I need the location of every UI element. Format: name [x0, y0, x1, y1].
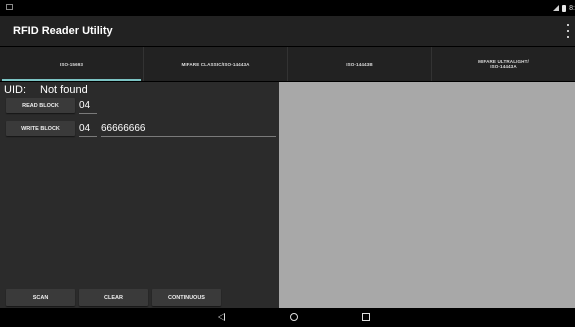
signal-icon: [553, 5, 560, 11]
clock: 8:: [569, 4, 575, 12]
app-title: RFID Reader Utility: [13, 25, 113, 37]
navigation-bar: [0, 308, 575, 327]
overflow-menu-icon[interactable]: [563, 24, 573, 38]
uid-label: UID:: [4, 84, 26, 96]
write-data-field[interactable]: 66666666: [101, 122, 276, 137]
battery-icon: [562, 4, 567, 12]
clear-button[interactable]: CLEAR: [79, 289, 148, 306]
tab-bar: ISO-15693 MIFARE CLASSIC/ISO-14443A ISO-…: [0, 47, 575, 81]
home-icon[interactable]: [290, 313, 298, 321]
read-block-button[interactable]: READ BLOCK: [6, 98, 75, 113]
write-block-field[interactable]: 04: [79, 122, 97, 137]
tab-iso-15693[interactable]: ISO-15693: [0, 47, 144, 81]
tab-label: ISO-14443B: [346, 61, 373, 67]
output-panel: [279, 82, 575, 308]
status-bar: 8:: [0, 0, 575, 16]
main-content: UID: Not found READ BLOCK 04 WRITE BLOCK…: [0, 82, 575, 308]
write-block-button[interactable]: WRITE BLOCK: [6, 121, 75, 136]
continuous-button[interactable]: CONTINUOUS: [152, 289, 221, 306]
tab-label: MIFARE CLASSIC/ISO-14443A: [181, 61, 250, 67]
read-block-field[interactable]: 04: [79, 99, 97, 114]
scan-button[interactable]: SCAN: [6, 289, 75, 306]
tab-mifare-ultralight[interactable]: MIFARE ULTRALIGHT/ ISO-14443A: [432, 47, 575, 81]
status-icons: 8:: [553, 3, 575, 13]
tab-iso-14443b[interactable]: ISO-14443B: [288, 47, 432, 81]
tab-mifare-classic[interactable]: MIFARE CLASSIC/ISO-14443A: [144, 47, 288, 81]
app-bar: RFID Reader Utility: [0, 16, 575, 46]
tab-label: ISO-15693: [59, 61, 84, 67]
notification-icon: [6, 4, 13, 10]
tab-label: MIFARE ULTRALIGHT/ ISO-14443A: [478, 59, 529, 69]
recents-icon[interactable]: [362, 313, 370, 321]
uid-value: Not found: [40, 84, 88, 96]
back-icon[interactable]: [218, 313, 225, 321]
